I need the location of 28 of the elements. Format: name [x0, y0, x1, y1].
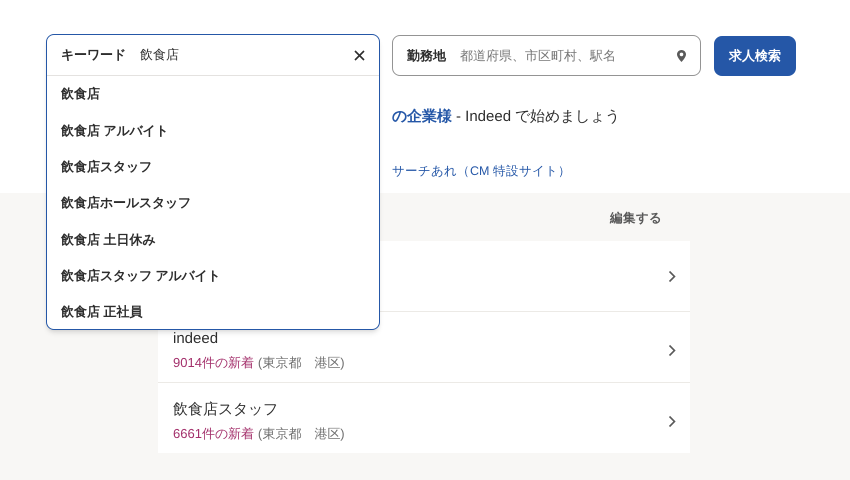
keyword-label: キーワード: [61, 46, 126, 64]
new-count: 9014件の新着: [173, 354, 254, 372]
suggestion-item[interactable]: 飲食店ホールスタッフ: [47, 184, 379, 222]
suggestion-item[interactable]: 飲食店スタッフ: [47, 148, 379, 185]
employer-link[interactable]: の企業様: [392, 106, 452, 128]
search-title: 飲食店スタッフ: [173, 400, 279, 420]
location-label: 勤務地: [407, 46, 446, 65]
suggestion-item[interactable]: 飲食店スタッフ アルバイト: [47, 257, 379, 294]
campaign-link[interactable]: サーチあれ（CM 特設サイト）: [392, 164, 571, 178]
employer-text: - Indeed で始めましょう: [456, 107, 620, 127]
search-location: (東京都 港区): [258, 425, 345, 443]
search-button[interactable]: 求人検索: [714, 36, 796, 76]
location-field[interactable]: 勤務地 都道府県、市区町村、駅名: [392, 35, 701, 76]
chevron-right-icon: [668, 270, 676, 282]
chevron-right-icon: [668, 344, 676, 356]
suggestion-item[interactable]: 飲食店 アルバイト: [47, 112, 379, 149]
search-location: (東京都 港区): [258, 354, 345, 372]
suggestion-item[interactable]: 飲食店: [47, 76, 379, 112]
search-title: indeed: [173, 328, 220, 348]
new-count: 6661件の新着: [173, 425, 254, 443]
chevron-right-icon: [668, 414, 676, 428]
location-input[interactable]: 都道府県、市区町村、駅名: [460, 46, 663, 66]
suggestion-item[interactable]: 飲食店 土日休み: [47, 221, 379, 258]
location-pin-icon: [677, 50, 686, 62]
keyword-input[interactable]: 飲食店: [140, 45, 340, 65]
close-icon[interactable]: [354, 50, 365, 60]
edit-link[interactable]: 編集する: [610, 209, 662, 241]
saved-search-card[interactable]: 飲食店スタッフ 6661件の新着 (東京都 港区): [158, 383, 690, 453]
